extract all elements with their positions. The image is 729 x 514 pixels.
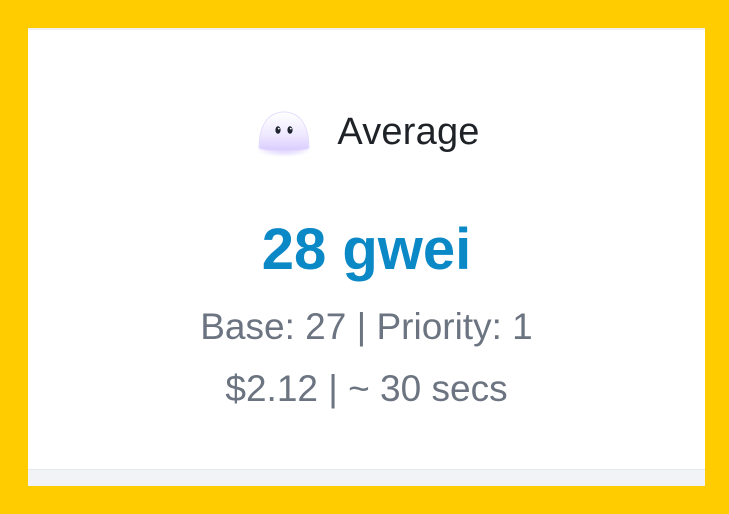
cost-and-time: $2.12 | ~ 30 secs bbox=[225, 368, 508, 409]
card-heading: Average bbox=[28, 106, 705, 158]
fee-breakdown: Base: 27 | Priority: 1 bbox=[200, 306, 533, 347]
ghost-icon bbox=[256, 111, 313, 157]
gas-price-value: 28 gwei bbox=[261, 217, 472, 282]
gas-card-frame: Average 28 gwei Base: 27 | Priority: 1 $… bbox=[28, 28, 705, 486]
gas-level-label: Average bbox=[337, 110, 480, 153]
card-bottom-strip bbox=[28, 469, 705, 486]
gas-estimate-card[interactable]: Average 28 gwei Base: 27 | Priority: 1 $… bbox=[28, 28, 705, 468]
